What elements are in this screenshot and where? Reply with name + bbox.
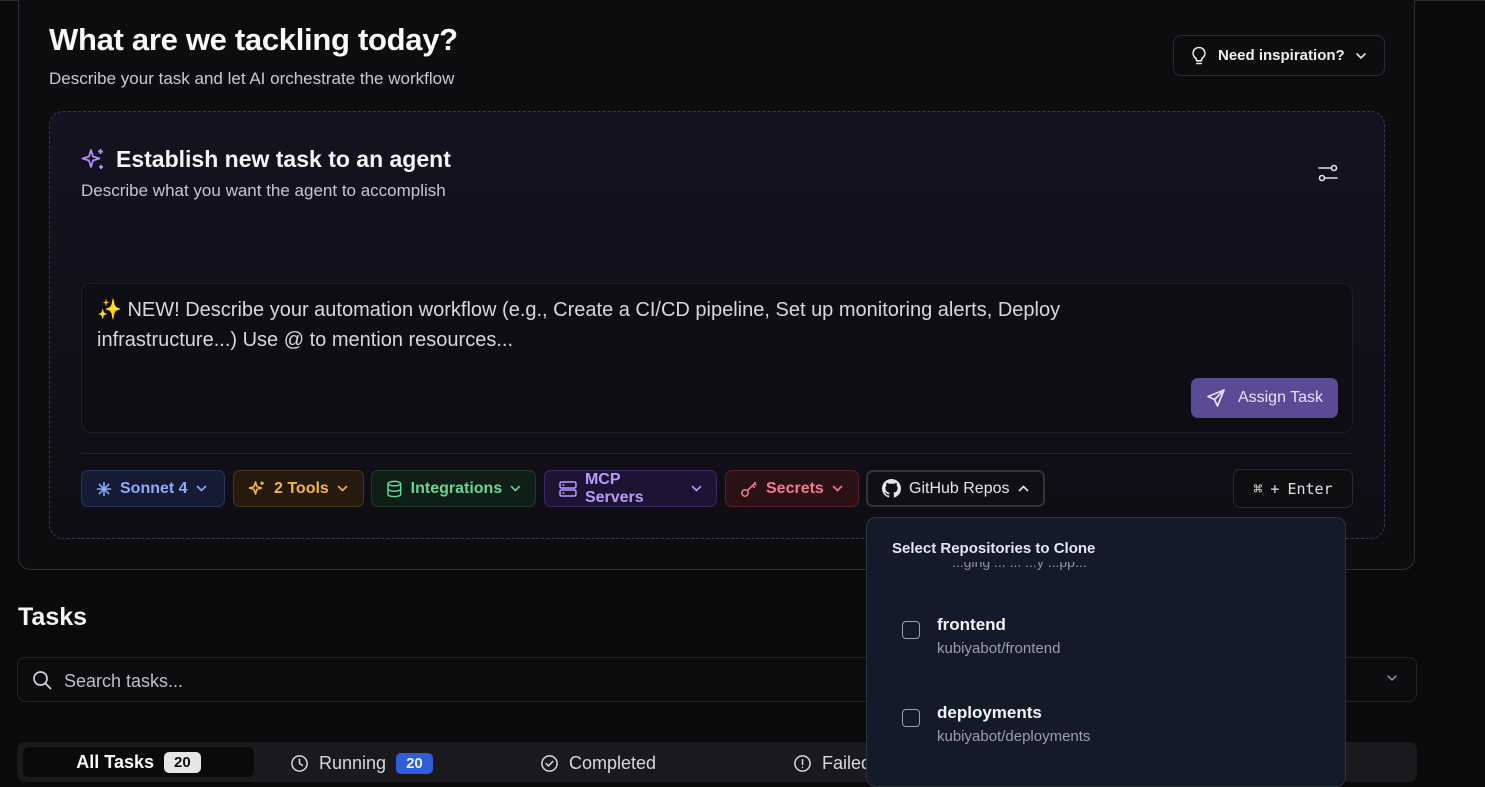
sliders-icon[interactable]: [1315, 161, 1341, 185]
secrets-selector[interactable]: Secrets: [725, 470, 859, 507]
tab-label: Failed: [822, 752, 872, 773]
clipped-repo-description: ...ging ... ... ...y ...pp...: [952, 562, 1087, 570]
chevron-down-icon: [691, 485, 702, 492]
github-repos-label: GitHub Repos: [909, 479, 1010, 497]
tab-running[interactable]: Running 20: [290, 747, 433, 779]
model-selector[interactable]: Sonnet 4: [81, 470, 225, 507]
integrations-label: Integrations: [410, 479, 503, 497]
sparkles-icon: [248, 480, 264, 495]
repo-name: deployments: [937, 703, 1042, 722]
mcp-servers-label: MCP Servers: [584, 470, 644, 506]
card-subtitle: Describe what you want the agent to acco…: [81, 181, 446, 200]
task-prompt-placeholder: ✨ NEW! Describe your automation workflow…: [97, 299, 1061, 351]
sparkles-icon: [81, 149, 103, 169]
tasks-heading: Tasks: [18, 603, 88, 631]
check-circle-icon: [541, 754, 558, 772]
tab-label: Running: [319, 752, 387, 773]
chevron-up-icon: [1018, 485, 1028, 492]
count-badge: 20: [164, 751, 201, 773]
need-inspiration-label: Need inspiration?: [1218, 47, 1345, 64]
repo-path: kubiyabot/frontend: [937, 640, 1061, 657]
command-key: ⌘: [1253, 479, 1263, 498]
enter-key: Enter: [1287, 479, 1333, 498]
count-badge: 20: [396, 752, 433, 774]
repo-dropdown: Select Repositories to Clone ...ging ...…: [866, 517, 1346, 787]
chevron-down-icon: [337, 485, 348, 492]
chevron-down-icon: [1355, 52, 1366, 59]
chevron-down-icon: [196, 485, 206, 492]
server-icon: [559, 480, 577, 497]
integrations-selector[interactable]: Integrations: [371, 470, 536, 507]
assign-task-label: Assign Task: [1237, 389, 1324, 406]
send-icon: [1207, 389, 1225, 407]
repo-checkbox[interactable]: [902, 709, 920, 727]
chevron-down-icon: [832, 485, 843, 492]
shortcut-plus: +: [1270, 479, 1280, 498]
asterisk-icon: [96, 481, 112, 496]
tools-selector[interactable]: 2 Tools: [233, 470, 364, 507]
secrets-label: Secrets: [766, 479, 824, 497]
tools-label: 2 Tools: [274, 479, 329, 497]
model-label: Sonnet 4: [120, 479, 188, 497]
card-title: Establish new task to an agent: [116, 146, 451, 172]
repo-checkbox[interactable]: [902, 621, 920, 639]
page-title: What are we tackling today?: [49, 22, 458, 57]
database-icon: [387, 480, 402, 497]
tab-completed[interactable]: Completed: [540, 747, 656, 779]
repo-path: kubiyabot/deployments: [937, 728, 1091, 745]
chevron-down-icon[interactable]: [1386, 674, 1398, 682]
alert-circle-icon: [794, 754, 811, 772]
key-icon: [741, 481, 757, 497]
repo-name: frontend: [937, 615, 1006, 634]
tab-failed[interactable]: Failed: [793, 747, 871, 779]
submit-shortcut-hint: ⌘ + Enter: [1233, 469, 1353, 508]
repo-dropdown-title: Select Repositories to Clone: [892, 540, 1096, 557]
tab-label: All Tasks: [76, 751, 155, 772]
github-repos-selector[interactable]: GitHub Repos: [866, 470, 1045, 507]
need-inspiration-button[interactable]: Need inspiration?: [1173, 35, 1385, 76]
card-divider: [81, 453, 1353, 454]
search-icon: [33, 671, 52, 690]
tab-label: Completed: [569, 752, 657, 773]
task-search-input[interactable]: [62, 668, 826, 694]
github-icon: [882, 479, 901, 498]
mcp-servers-selector[interactable]: MCP Servers: [544, 470, 717, 507]
tab-all-tasks[interactable]: All Tasks 20: [23, 747, 254, 777]
page-subtitle: Describe your task and let AI orchestrat…: [49, 69, 455, 88]
lightbulb-icon: [1192, 46, 1206, 64]
clock-icon: [291, 754, 308, 772]
chevron-down-icon: [510, 485, 521, 492]
assign-task-button[interactable]: Assign Task: [1191, 378, 1338, 418]
